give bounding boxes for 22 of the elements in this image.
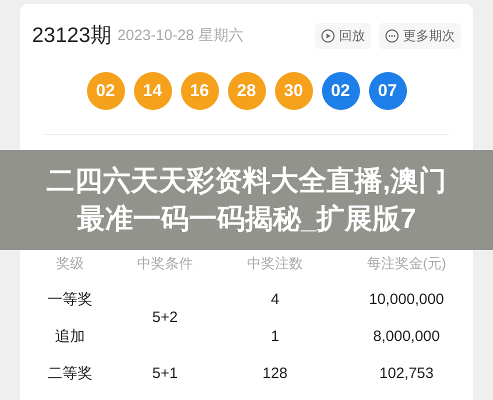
column-header: 奖级 (55, 254, 85, 272)
table-cell-text: 追加 (54, 326, 86, 347)
table-cell-text: 一等奖 (46, 290, 94, 310)
more-icon (385, 28, 399, 43)
draw-date: 2023-10-28 星期六 (117, 26, 244, 46)
table-cell-text: 二等奖 (46, 364, 94, 384)
column-header: 中奖注数 (246, 254, 304, 272)
play-icon (321, 28, 335, 43)
banner-title: 二四六天天彩资料大全直播,澳门最准一码一码揭秘_扩展版7 (46, 164, 448, 236)
column-header: 中奖条件 (136, 254, 194, 272)
table-cell-text: 102,753 (378, 364, 435, 384)
table-cell-text: 8,000,000 (372, 326, 441, 347)
table-cell-text: 1 (270, 326, 280, 347)
action-button[interactable]: 更多期次 (379, 23, 461, 48)
column-header: 每注奖金(元) (366, 254, 448, 273)
issue-number: 23123期 (32, 23, 112, 49)
table-cell-text: 10,000,000 (368, 290, 446, 310)
table-cell-text: 128 (261, 364, 289, 384)
table-cell-text: 5+2 (151, 308, 179, 328)
table-cell-text: 5+1 (151, 364, 179, 384)
table-cell-text: 4 (270, 290, 280, 310)
action-button[interactable]: 回放 (315, 23, 371, 48)
